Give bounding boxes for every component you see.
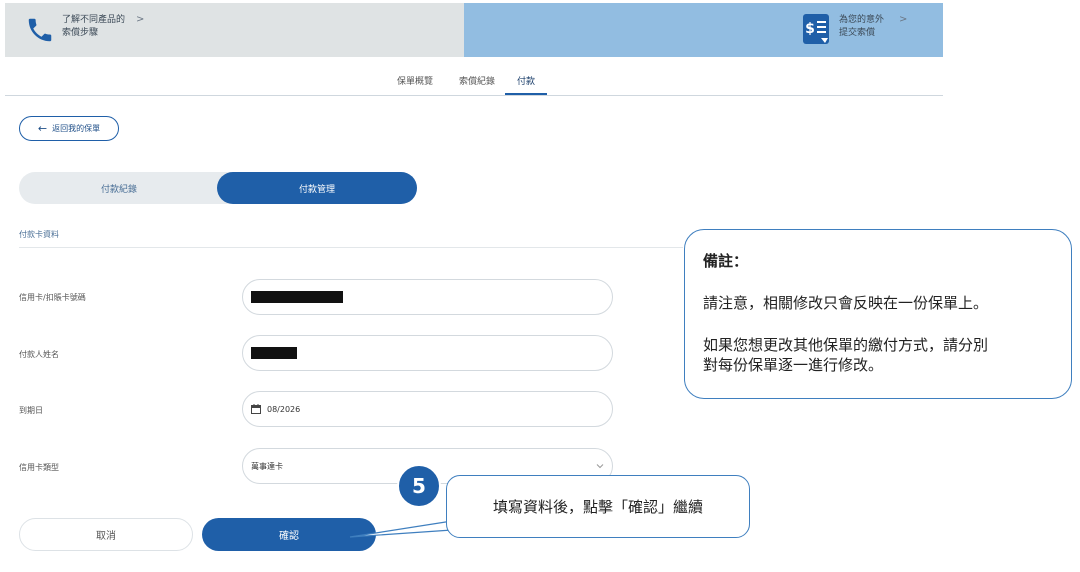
- masked-value: [251, 347, 297, 359]
- expiry-value: 08/2026: [267, 404, 301, 414]
- segment-payment-records[interactable]: 付款紀錄: [19, 172, 219, 204]
- payer-name-label: 付款人姓名: [19, 350, 59, 359]
- segment-payment-management[interactable]: 付款管理: [217, 172, 417, 204]
- svg-text:$: $: [805, 21, 815, 37]
- calendar-icon: [251, 404, 261, 414]
- back-to-my-policy-button[interactable]: ← 返回我的保單: [19, 116, 119, 141]
- card-number-label: 信用卡/扣賬卡號碼: [19, 293, 86, 302]
- expiry-label: 到期日: [19, 406, 43, 415]
- chevron-right-icon: >: [136, 14, 145, 25]
- confirm-button[interactable]: 確認: [202, 518, 376, 551]
- arrow-left-icon: ←: [37, 121, 48, 135]
- back-button-label: 返回我的保單: [52, 124, 101, 133]
- note-box: 備註： 請注意，相關修改只會反映在一份保單上。 如果您想更改其他保單的繳付方式，…: [684, 229, 1072, 399]
- card-type-value: 萬事達卡: [251, 461, 283, 471]
- tab-payment[interactable]: 付款: [505, 74, 547, 95]
- cancel-button[interactable]: 取消: [19, 518, 193, 551]
- chevron-right-icon: >: [899, 14, 908, 25]
- banner-claim-steps[interactable]: 了解不同產品的 索償步驟 >: [5, 3, 464, 57]
- banner-right-line1: 為您的意外: [839, 15, 885, 25]
- tab-claim-records[interactable]: 索償紀錄: [454, 74, 500, 95]
- payment-segment-control: 付款紀錄 付款管理: [19, 172, 417, 204]
- policy-tabs: 保單概覽 索償紀錄 付款: [5, 74, 943, 96]
- phone-icon: [28, 18, 52, 42]
- claim-document-icon: $: [803, 14, 829, 44]
- card-type-label: 信用卡類型: [19, 463, 59, 472]
- banner-right-line2: 提交索償: [839, 28, 876, 38]
- section-divider: [19, 247, 683, 248]
- note-title: 備註：: [703, 252, 749, 270]
- card-number-input[interactable]: [242, 279, 613, 315]
- banner-left-line1: 了解不同產品的: [62, 15, 126, 25]
- banner-left-line2: 索償步驟: [62, 28, 99, 38]
- chevron-down-icon: [596, 464, 604, 469]
- note-paragraph-2-line-2: 對每份保單逐一進行修改。: [703, 356, 884, 374]
- masked-value: [251, 291, 343, 303]
- note-paragraph-1: 請注意，相關修改只會反映在一份保單上。: [703, 294, 989, 312]
- tab-policy-overview[interactable]: 保單概覽: [392, 74, 438, 95]
- banner-submit-claim[interactable]: $ 為您的意外 提交索償 >: [464, 3, 943, 57]
- section-title-card-info: 付款卡資料: [19, 230, 59, 239]
- expiry-date-input[interactable]: 08/2026: [242, 391, 613, 427]
- step-callout: 填寫資料後，點擊「確認」繼續: [446, 475, 750, 538]
- step-number-badge: 5: [397, 464, 441, 508]
- payer-name-input[interactable]: [242, 335, 613, 371]
- note-paragraph-2-line-1: 如果您想更改其他保單的繳付方式，請分別: [703, 336, 989, 354]
